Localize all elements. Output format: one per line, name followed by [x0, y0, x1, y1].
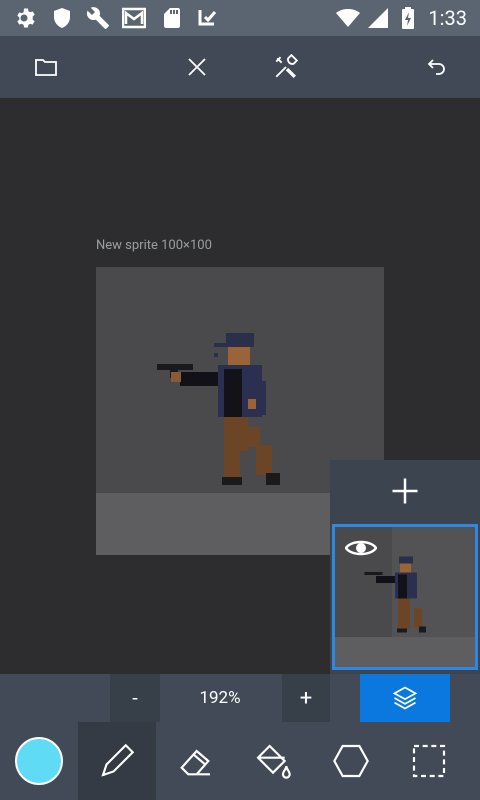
task-icon: [198, 10, 217, 26]
close-icon: [188, 58, 206, 76]
sprite-label: New sprite 100×100: [96, 238, 212, 253]
zoom-out-button[interactable]: -: [110, 674, 160, 722]
layers-panel: [330, 460, 480, 674]
shield-icon: [54, 8, 70, 28]
zoom-level: 192%: [199, 688, 241, 708]
color-swatch: [15, 737, 63, 785]
layers-toggle-button[interactable]: [360, 674, 450, 722]
layers-icon: [392, 686, 418, 710]
folder-icon: [35, 59, 57, 76]
bucket-tool[interactable]: [234, 722, 312, 800]
undo-button[interactable]: [420, 51, 452, 83]
pencil-tool[interactable]: [78, 722, 156, 800]
close-button[interactable]: [181, 51, 213, 83]
signal-icon: [368, 8, 388, 28]
mail-icon: [122, 7, 146, 29]
add-layer-button[interactable]: [330, 460, 480, 522]
clock: 1:33: [428, 6, 467, 30]
shape-tool[interactable]: [312, 722, 390, 800]
status-bar: 1:33: [0, 0, 480, 36]
color-picker-button[interactable]: [0, 722, 78, 800]
layer-preview: [364, 556, 426, 633]
open-file-button[interactable]: [30, 51, 62, 83]
bucket-icon: [256, 744, 291, 779]
undo-icon: [427, 59, 445, 75]
eraser-icon: [180, 749, 210, 776]
settings-icon: [17, 8, 35, 28]
hexagon-icon: [333, 744, 369, 778]
selection-icon: [412, 744, 446, 778]
eraser-tool[interactable]: [156, 722, 234, 800]
wrench-icon: [86, 7, 109, 29]
tools-button[interactable]: [270, 51, 302, 83]
selection-tool[interactable]: [390, 722, 468, 800]
plus-icon: [392, 478, 418, 504]
layer-item[interactable]: [332, 524, 478, 670]
tool-bar: [0, 722, 480, 800]
wifi-icon: [336, 9, 360, 27]
layer-floor: [335, 637, 475, 667]
sprite-figure: [157, 333, 280, 485]
top-toolbar: [0, 36, 480, 98]
sd-card-icon: [164, 8, 180, 28]
zoom-in-button[interactable]: +: [282, 674, 330, 722]
pencil-icon: [101, 743, 135, 777]
battery-icon: [402, 7, 414, 29]
tools-icon: [275, 54, 299, 79]
